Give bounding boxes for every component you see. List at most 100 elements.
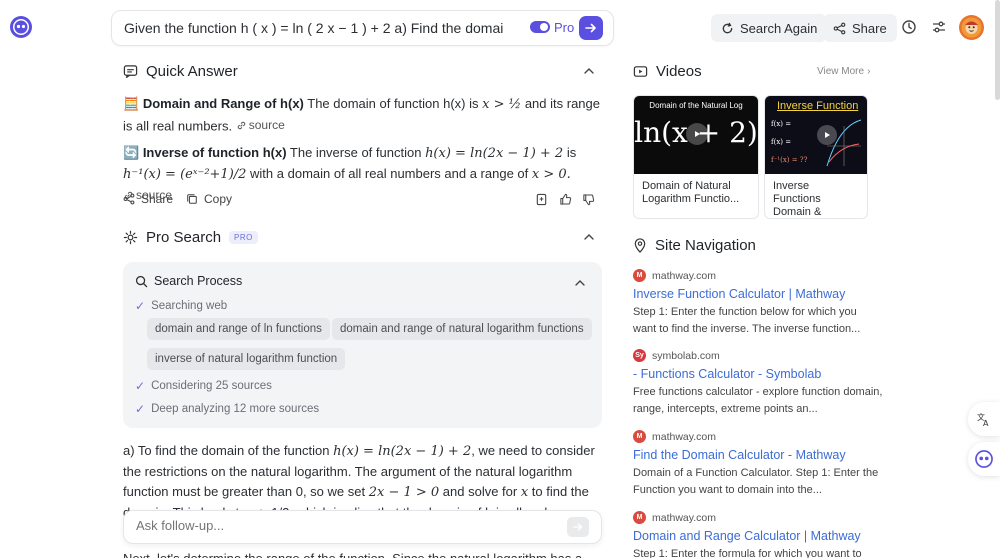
thumbs-up-icon[interactable] [559,193,572,206]
step-label: Considering 25 sources [151,380,272,392]
settings-sliders-icon[interactable] [930,18,948,36]
quick-answer-item-domain-range: 🧮 Domain and Range of h(x) The domain of… [123,94,603,137]
copy-icon [187,194,197,204]
share-icon [123,193,135,205]
math-expression: x > ½ [482,97,522,112]
quick-answer-share-button[interactable]: Share [123,192,173,206]
domain-label: symbolab.com [652,349,720,362]
check-icon: ✓ [135,402,146,416]
item-text: with a domain of all real numbers and a … [246,166,532,181]
pro-search-collapse-icon[interactable] [583,231,595,243]
site-result[interactable]: M mathway.com Find the Domain Calculator… [633,430,883,499]
video-title: Inverse Functions Domain & range-... [773,180,822,218]
assistant-button[interactable] [968,442,1000,476]
pro-search-title: Pro Search [146,229,222,246]
play-icon[interactable] [817,125,837,145]
share-button[interactable]: Share [823,14,897,42]
item-heading: Domain and Range of h(x) [142,96,304,111]
page-scrollbar[interactable] [995,0,1000,100]
thumbnail-title: Domain of the Natural Log [649,101,743,110]
thumbnail-title: Inverse Function [777,100,859,112]
site-result[interactable]: Sy symbolab.com - Functions Calculator -… [633,349,883,418]
site-title-link[interactable]: Inverse Function Calculator | Mathway [633,287,883,301]
videos-title: Videos [656,63,702,80]
search-process-panel: Search Process ✓ Searching web domain an… [123,262,602,428]
site-title-link[interactable]: Find the Domain Calculator - Mathway [633,448,883,462]
math-expression: h(x) = ln(2x − 1) + 2 [425,146,564,161]
quick-answer-collapse-icon[interactable] [583,65,595,77]
play-icon[interactable] [686,123,708,145]
follow-up-box[interactable] [123,510,602,544]
chat-bubble-icon [123,65,138,79]
quick-answer-header: Quick Answer [123,63,238,80]
mathway-favicon-icon: M [633,269,646,282]
answer-line: Next, let's determine the range of the f… [123,549,603,558]
query-chip[interactable]: domain and range of ln functions [147,318,330,340]
share-label: Share [141,192,174,206]
copy-button[interactable]: Copy [186,192,232,206]
search-again-button[interactable]: Search Again [711,14,828,42]
svg-text:A: A [983,419,989,427]
share-label: Share [852,20,887,36]
bookmark-icon[interactable] [535,193,548,206]
step-considering-sources: ✓ Considering 25 sources [135,379,272,393]
item-text: The inverse of function [286,145,426,160]
search-process-header[interactable]: Search Process [135,274,242,288]
follow-up-submit-button[interactable] [567,517,589,537]
site-title-link[interactable]: Domain and Range Calculator | Mathway [633,529,883,543]
source-label: source [248,118,285,132]
site-description: Domain of a Function Calculator. Step 1:… [633,467,879,496]
answer-line: function must be greater than 0, so we s… [123,484,589,500]
site-navigation-header: Site Navigation [633,237,756,254]
search-icon [135,275,148,287]
video-card[interactable]: Inverse Function f(x) = f(x) = f⁻¹(x) = … [764,95,868,219]
symbolab-favicon-icon: Sy [633,349,646,362]
query-box[interactable]: Given the function h ( x ) = ln ( 2 x − … [111,10,614,46]
copy-label: Copy [204,192,233,206]
chevron-right-icon: › [867,66,871,77]
site-result[interactable]: M mathway.com Domain and Range Calculato… [633,511,883,558]
video-title: Domain of Natural Logarithm Functio... [642,180,740,205]
app-logo-icon[interactable] [10,16,32,38]
video-thumbnail: Inverse Function f(x) = f(x) = f⁻¹(x) = … [765,96,867,174]
thumbs-down-icon[interactable] [582,193,595,206]
site-result[interactable]: M mathway.com Inverse Function Calculato… [633,269,883,338]
link-icon [237,121,245,129]
follow-up-input[interactable] [136,518,536,533]
query-chip[interactable]: domain and range of natural logarithm fu… [332,318,592,340]
domain-label: mathway.com [652,430,716,443]
share-icon [833,22,846,34]
step-label: Deep analyzing 12 more sources [151,403,320,415]
quick-answer-title: Quick Answer [146,63,238,80]
query-chip[interactable]: inverse of natural logarithm function [147,348,346,370]
refresh-icon [722,22,733,33]
answer-line: a) To find the domain of the function h(… [123,443,595,459]
pro-search-gear-icon [123,230,138,245]
item-text: The domain of function h(x) is [303,96,483,111]
video-card[interactable]: Domain of the Natural Log ln(x + 2) Doma… [633,95,759,219]
video-thumbnail: Domain of the Natural Log ln(x + 2) [634,96,758,174]
view-more-link[interactable]: View More › [817,66,870,77]
item-heading: Inverse of function h(x) [142,145,287,160]
site-title-link[interactable]: - Functions Calculator - Symbolab [633,367,883,381]
search-process-collapse-icon[interactable] [574,277,586,289]
video-play-icon [633,66,648,77]
site-description: Step 1: Enter the formula for which you … [633,548,862,558]
history-icon[interactable] [900,18,918,36]
source-link[interactable]: source [236,115,285,135]
translate-icon: 文A [977,412,989,427]
site-description: Free functions calculator - explore func… [633,386,883,415]
pro-toggle[interactable] [530,21,550,33]
translate-button[interactable]: 文A [968,402,1000,436]
pro-search-header: Pro Search PRO [123,229,258,246]
submit-button[interactable] [579,16,603,40]
user-avatar[interactable] [959,15,984,40]
cycle-emoji-icon: 🔄 [123,145,140,160]
view-more-label: View More [817,66,865,77]
check-icon: ✓ [135,299,146,313]
abacus-emoji-icon: 🧮 [123,96,140,111]
query-text[interactable]: Given the function h ( x ) = ln ( 2 x − … [124,20,504,36]
domain-label: mathway.com [652,269,716,282]
pro-badge: PRO [229,231,258,244]
svg-text:f⁻¹(x) = ??: f⁻¹(x) = ?? [771,156,808,164]
